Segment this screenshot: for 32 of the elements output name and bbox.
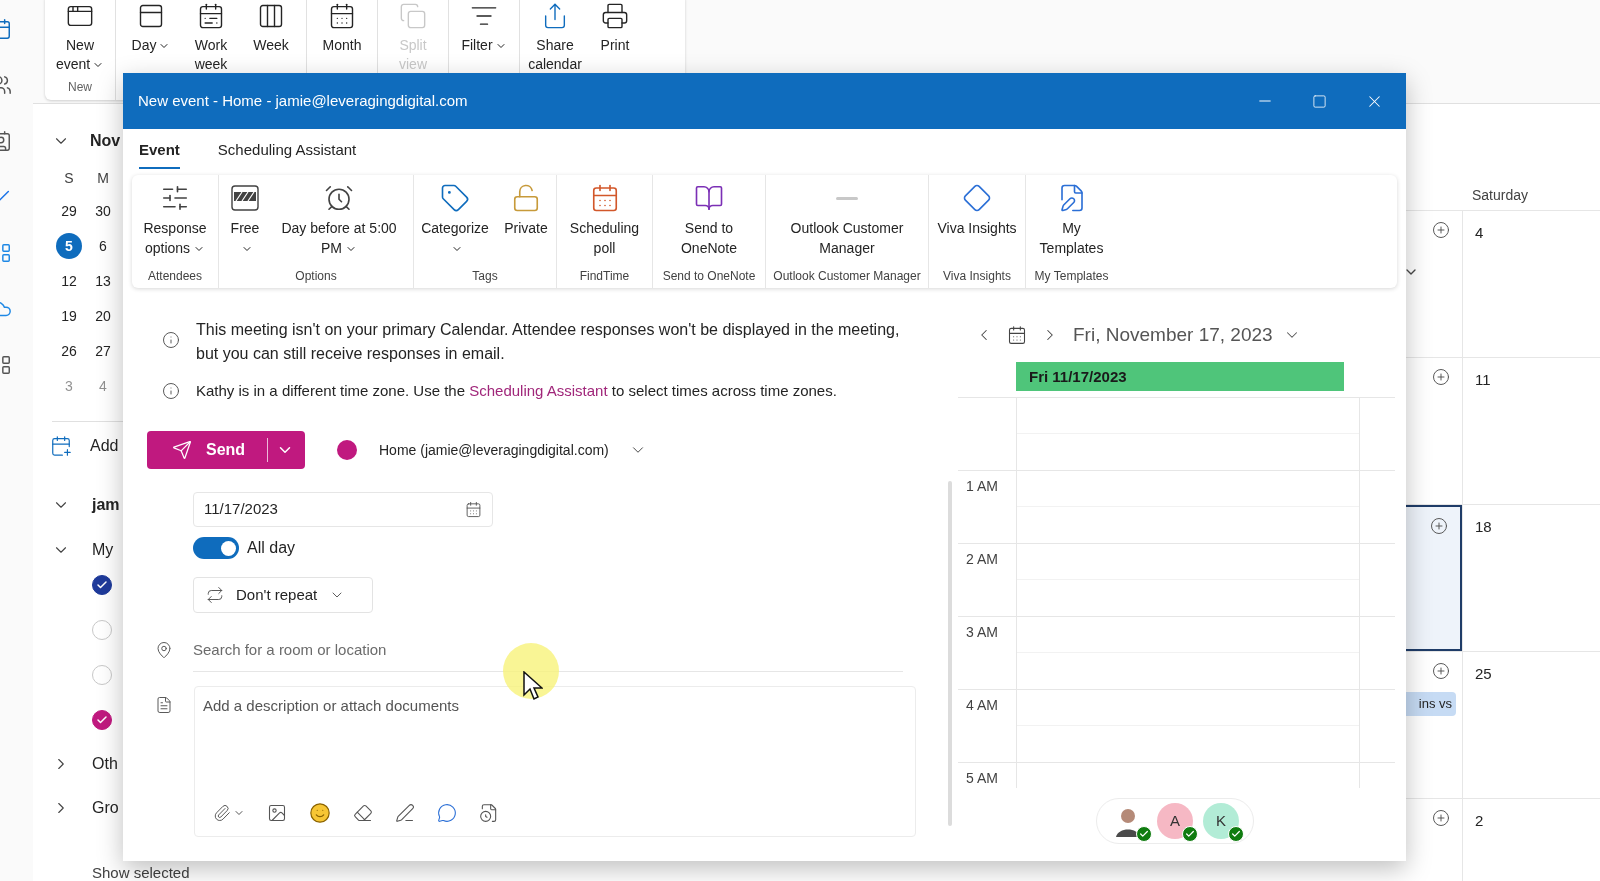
day-header: Fri 11/17/2023 [1016, 362, 1344, 391]
window-title: New event - Home - jamie@leveragingdigital.com [138, 90, 468, 111]
calendar-group-label: Gro [92, 798, 119, 818]
time-label: 1 AM [966, 478, 998, 494]
group-label: Attendees [147, 268, 202, 285]
date-number: 2 [1475, 812, 1484, 829]
weekday-label: S [63, 169, 75, 188]
calendar-group-label: Oth [92, 754, 118, 774]
account-label: jam [92, 495, 120, 515]
day-header: Saturday [1471, 186, 1529, 205]
group-label: Viva Insights [943, 268, 1011, 285]
group-label: Outlook Customer Manager [773, 268, 921, 285]
month-label: Nov [90, 131, 121, 151]
group-label: Options [295, 268, 337, 285]
group-label: My Templates [1034, 268, 1109, 285]
notice-text: This meeting isn't on your primary Calendar. Attendee responses won't be displayed in the meeting, but you can still receive responses in email. [196, 320, 901, 364]
date-number: 11 [1475, 371, 1491, 388]
time-label: 2 AM [966, 551, 998, 567]
group-label: New [67, 79, 93, 96]
group-label: Tags [472, 268, 498, 285]
group-label: FindTime [579, 268, 630, 285]
date-number: 18 [1475, 518, 1492, 535]
time-label: 4 AM [966, 697, 998, 713]
all-day-label: All day [247, 538, 296, 558]
time-label: 5 AM [966, 770, 998, 786]
calendar-group-label: My [92, 540, 114, 560]
notice-text: Kathy is in a different time zone. Use the Scheduling Assistant to select times across time zones. [196, 381, 837, 401]
date-number: 4 [1475, 224, 1484, 241]
group-label: Send to OneNote [662, 268, 756, 285]
weekday-label: M [96, 169, 110, 188]
date-number: 25 [1475, 665, 1492, 682]
time-label: 3 AM [966, 624, 998, 640]
